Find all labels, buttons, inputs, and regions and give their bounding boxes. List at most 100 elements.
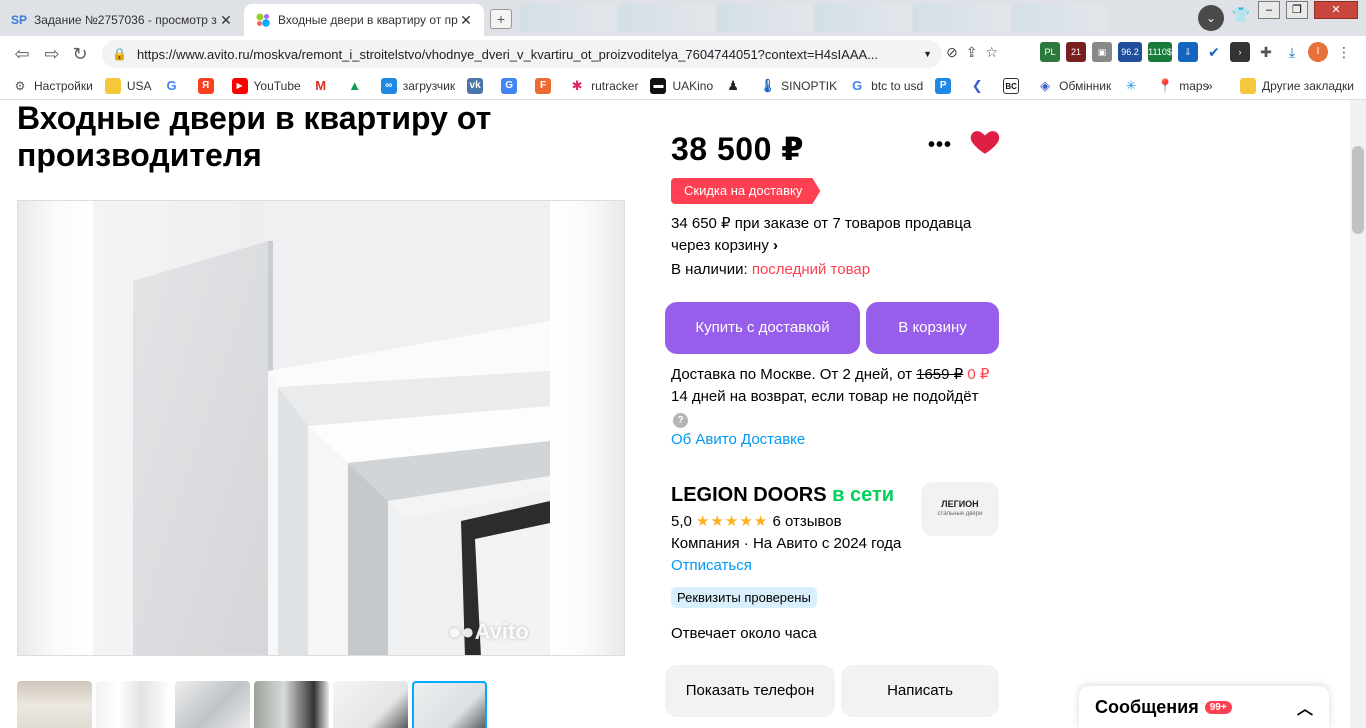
back-icon[interactable]: ⇦ — [10, 42, 34, 66]
main-photo[interactable] — [93, 201, 550, 655]
bookmark-sinoptik[interactable]: 🌡 SINOPTIK — [759, 77, 837, 94]
downloads-icon[interactable]: ⤓ — [1282, 42, 1302, 62]
bookmark-star-icon[interactable]: ☆ — [985, 44, 998, 61]
camera-blocked-icon[interactable]: ⊘ — [946, 44, 958, 61]
more-bookmarks-button[interactable]: » — [1206, 79, 1213, 93]
minimize-button[interactable]: – — [1258, 1, 1280, 19]
counter-extension-icon[interactable]: 21 — [1066, 42, 1086, 62]
seller-logo[interactable]: ЛЕГИОН стальные двери — [921, 482, 999, 536]
menu-icon[interactable]: ⋮ — [1334, 42, 1354, 62]
close-tab-icon[interactable]: ✕ — [458, 12, 474, 29]
seller-logo-mark: ЛЕГИОН стальные двери — [937, 499, 983, 517]
bookmark-drive[interactable]: ▲ — [346, 77, 369, 94]
bookmark-p[interactable]: P — [935, 77, 957, 94]
bulk-offer-text[interactable]: через корзину — [671, 237, 769, 254]
btc-extension-icon[interactable]: 1110$ — [1148, 42, 1172, 62]
close-tab-icon[interactable]: ✕ — [218, 12, 234, 29]
download-ext-icon[interactable]: ⇩ — [1178, 42, 1198, 62]
bookmark-usa[interactable]: USA — [104, 77, 152, 94]
bulk-offer-line2[interactable]: через корзину › — [671, 235, 778, 257]
thumbnail[interactable] — [17, 681, 92, 728]
seller-name[interactable]: LEGION DOORS в сети — [671, 484, 894, 507]
about-delivery-link[interactable]: Об Авито Доставке — [671, 429, 805, 451]
bookmark-yandex[interactable]: Я — [197, 77, 220, 94]
lock-icon[interactable]: 🔒 — [112, 47, 127, 61]
exchange-icon: ◈ — [1037, 77, 1054, 94]
favorite-heart-icon[interactable] — [968, 124, 1002, 158]
bookmark-f[interactable]: F — [535, 77, 557, 94]
v-extension-icon[interactable]: ✔ — [1204, 42, 1224, 62]
url-text[interactable]: https://www.avito.ru/moskva/remont_i_str… — [137, 47, 919, 62]
seller-online-status: в сети — [832, 484, 895, 506]
bookmark-exchanger[interactable]: ◈ Обмінник — [1037, 77, 1111, 94]
reviews-link[interactable]: 6 отзывов — [772, 513, 841, 530]
show-phone-button[interactable]: Показать телефон — [665, 665, 835, 717]
close-window-button[interactable]: ✕ — [1314, 1, 1358, 19]
scrollbar-thumb[interactable] — [1352, 146, 1364, 234]
other-bookmarks-folder[interactable]: Другие закладки — [1240, 77, 1354, 94]
help-icon[interactable]: ? — [673, 413, 688, 428]
tab-avito[interactable]: Входные двери в квартиру от пр ✕ — [244, 4, 484, 36]
thumbnail[interactable] — [254, 681, 329, 728]
photo-gallery[interactable]: ●●Avito — [17, 200, 625, 656]
buy-with-delivery-button[interactable]: Купить с доставкой — [665, 302, 860, 354]
unsubscribe-link[interactable]: Отписаться — [671, 555, 752, 577]
rate-extension-icon[interactable]: 96.2 — [1118, 42, 1142, 62]
bookmark-vk[interactable]: vk — [467, 77, 489, 94]
more-options-icon[interactable]: ••• — [928, 134, 952, 157]
thumbnail[interactable] — [333, 681, 408, 728]
page-scrollbar[interactable] — [1350, 100, 1366, 728]
pl-extension-icon[interactable]: PL — [1040, 42, 1060, 62]
dropdown-icon[interactable]: ▼ — [923, 49, 932, 59]
thumbnail[interactable] — [175, 681, 250, 728]
bookmark-arrow[interactable]: ❮ — [969, 77, 991, 94]
bookmark-loader[interactable]: ∞ загрузчик — [380, 77, 455, 94]
messenger-label[interactable]: Сообщения — [1095, 697, 1199, 718]
bookmark-bc[interactable]: BC — [1003, 77, 1025, 94]
puzzle-icon[interactable]: ✚ — [1256, 42, 1276, 62]
shirt-icon[interactable]: 👕 — [1230, 6, 1252, 24]
thumbnail-selected[interactable] — [412, 681, 487, 728]
delivery-text: Доставка по Москве. От 2 дней, от — [671, 366, 912, 383]
bookmark-star[interactable]: ✳ — [1123, 77, 1145, 94]
seller-name-text[interactable]: LEGION DOORS — [671, 484, 827, 506]
toolbar: ⇦ ⇨ ↻ 🔒 https://www.avito.ru/moskva/remo… — [0, 36, 1366, 72]
write-message-button[interactable]: Написать — [841, 665, 999, 717]
thumbnail[interactable] — [96, 681, 171, 728]
chevron-right-icon[interactable]: › — [773, 237, 778, 254]
reload-icon[interactable]: ↻ — [68, 42, 92, 66]
tab-search-icon[interactable]: ⌄ — [1198, 5, 1224, 31]
bookmark-youtube[interactable]: ▶ YouTube — [231, 77, 301, 94]
new-tab-button[interactable]: + — [490, 9, 512, 29]
forward-icon[interactable]: ⇨ — [40, 42, 64, 66]
avito-favicon-icon — [254, 11, 272, 29]
briefcase-icon[interactable]: ▣ — [1092, 42, 1112, 62]
bookmark-maps[interactable]: 📍 maps — [1157, 77, 1209, 94]
tab-task[interactable]: SP Задание №2757036 - просмотр з ✕ — [0, 4, 244, 36]
chevron-up-icon[interactable]: ︿ — [1297, 695, 1313, 719]
bookmark-rutracker[interactable]: ✱ rutracker — [569, 77, 638, 94]
availability-value: последний товар — [751, 261, 871, 278]
address-bar[interactable]: 🔒 https://www.avito.ru/moskva/remont_i_s… — [102, 40, 942, 68]
add-to-cart-button[interactable]: В корзину — [866, 302, 999, 354]
profile-avatar[interactable]: I — [1308, 42, 1328, 62]
bookmark-settings[interactable]: ⚙ Настройки — [12, 78, 93, 94]
bookmark-chess[interactable]: ♟ — [725, 77, 747, 94]
avito-logo-icon: ●● — [448, 619, 475, 644]
google-icon: G — [163, 77, 180, 94]
bookmark-btc[interactable]: Gbtc to usd — [849, 77, 923, 94]
availability: В наличии: последний товар — [671, 259, 870, 281]
bookmark-gmail[interactable]: M — [312, 77, 335, 94]
bc-icon: BC — [1003, 77, 1020, 94]
maximize-button[interactable]: ❐ — [1286, 1, 1308, 19]
yandex-icon: Я — [197, 77, 214, 94]
terminal-icon[interactable]: › — [1230, 42, 1250, 62]
arrow-icon: ❮ — [969, 77, 986, 94]
bookmark-translate[interactable]: G — [501, 77, 523, 94]
messenger-widget[interactable]: Сообщения 99+ ︿ — [1079, 686, 1329, 728]
bookmark-google[interactable]: G — [163, 77, 186, 94]
tab-title: Входные двери в квартиру от пр — [278, 13, 458, 27]
bookmark-uakino[interactable]: ▬ UAKino — [650, 77, 713, 94]
tab-title: Задание №2757036 - просмотр з — [34, 13, 217, 27]
share-icon[interactable]: ⇪ — [966, 44, 978, 61]
